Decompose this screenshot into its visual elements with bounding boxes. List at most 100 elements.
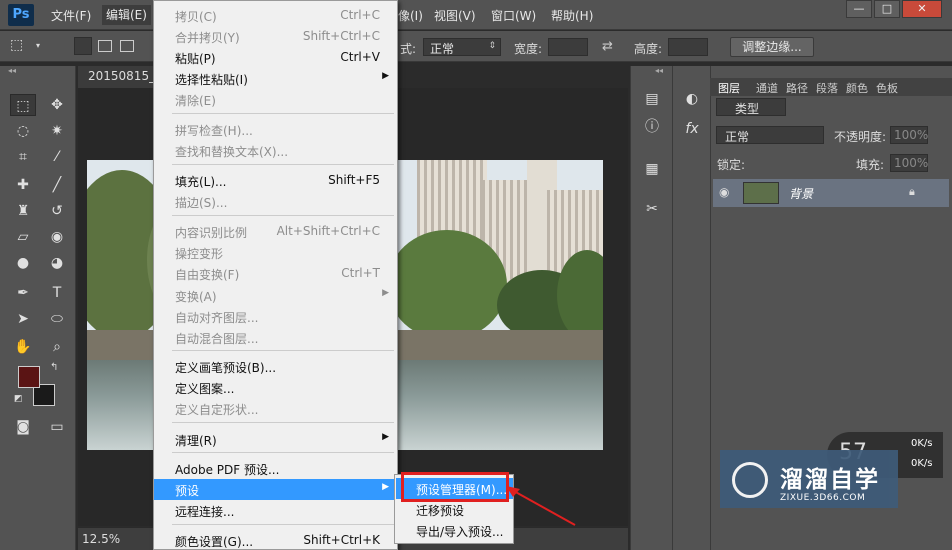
tab-channels[interactable]: 通道 <box>756 80 778 96</box>
history-panel-icon[interactable]: ▤ <box>639 88 665 110</box>
zoom-icon[interactable]: ⌕ <box>44 336 70 358</box>
document-tab[interactable]: 20150815_1 <box>88 69 163 83</box>
add-selection-icon[interactable] <box>98 40 112 52</box>
chevron-right-icon: ▶ <box>382 71 389 81</box>
paint-bucket-icon[interactable]: ◉ <box>44 226 70 248</box>
brush-icon[interactable]: ╱ <box>44 174 70 196</box>
screen-mode-icon[interactable]: ▭ <box>44 416 70 438</box>
menu-item-color-settings[interactable]: 颜色设置(G)... Shift+Ctrl+K <box>154 530 397 550</box>
type-icon[interactable]: T <box>44 282 70 304</box>
tab-swatches[interactable]: 色板 <box>876 80 898 96</box>
eyedropper-icon[interactable]: ⁄ <box>44 146 70 168</box>
healing-brush-icon[interactable]: ✚ <box>10 174 36 196</box>
tool-presets-icon[interactable]: ✂ <box>639 198 665 220</box>
eye-icon[interactable]: ◉ <box>719 185 729 199</box>
layer-filter-select[interactable]: 类型 <box>716 98 786 116</box>
tab-color[interactable]: 颜色 <box>846 80 868 96</box>
opacity-label: 不透明度: <box>834 130 887 144</box>
menu-item-stroke[interactable]: 描边(S)... <box>154 191 397 212</box>
menu-item-transform[interactable]: 变换(A) ▶ <box>154 285 397 306</box>
upload-speed: 0K/s <box>911 438 933 449</box>
menu-image[interactable]: 像(I) <box>398 7 423 24</box>
menu-item-spell-check[interactable]: 拼写检查(H)... <box>154 119 397 140</box>
marquee-tool-icon[interactable]: ⬚ <box>10 37 28 55</box>
history-brush-icon[interactable]: ↺ <box>44 200 70 222</box>
chevron-down-icon[interactable]: ▾ <box>36 41 44 50</box>
collapse-icon[interactable]: ◂◂ <box>8 66 16 75</box>
menu-item-remote-connections[interactable]: 远程连接... <box>154 500 397 521</box>
tools-panel: ◂◂ ⬚ ✥ ◌ ✷ ⌗ ⁄ ✚ ╱ ♜ ↺ ▱ ◉ ● ◕ ✒ T ➤ ⬭ ✋… <box>0 66 76 550</box>
default-colors-icon[interactable]: ◩ <box>14 394 23 404</box>
foreground-color-swatch[interactable] <box>18 366 40 388</box>
menu-help[interactable]: 帮助(H) <box>551 7 593 24</box>
notes-panel-icon[interactable]: ▦ <box>639 158 665 180</box>
menu-edit[interactable]: 编辑(E) <box>102 5 151 25</box>
lasso-icon[interactable]: ◌ <box>10 120 36 142</box>
adjustments-panel-icon[interactable]: ◐ <box>679 88 705 110</box>
hand-icon[interactable]: ✋ <box>10 336 36 358</box>
menu-item-define-brush[interactable]: 定义画笔预设(B)... <box>154 356 397 377</box>
menu-item-auto-align[interactable]: 自动对齐图层... <box>154 306 397 327</box>
path-selection-icon[interactable]: ➤ <box>10 308 36 330</box>
menu-view[interactable]: 视图(V) <box>434 7 476 24</box>
menu-window[interactable]: 窗口(W) <box>491 7 536 24</box>
menu-item-fill[interactable]: 填充(L)... Shift+F5 <box>154 170 397 191</box>
style-label: 式: <box>400 42 417 56</box>
menu-item-migrate-presets[interactable]: 迁移预设 <box>396 499 513 520</box>
menu-item-clear[interactable]: 清除(E) <box>154 89 397 110</box>
ellipse-icon[interactable]: ⬭ <box>44 308 70 330</box>
close-button[interactable]: ✕ <box>902 0 942 18</box>
collapse-icon[interactable]: ◂◂ <box>655 66 663 75</box>
layer-row[interactable]: ◉ 背景 🔒︎ <box>713 179 949 207</box>
pen-icon[interactable]: ✒ <box>10 282 36 304</box>
tab-layers[interactable]: 图层 <box>718 80 740 96</box>
zoom-level[interactable]: 12.5% <box>82 532 120 546</box>
layer-thumbnail <box>743 182 779 204</box>
menu-item-export-import-presets[interactable]: 导出/导入预设... <box>396 520 513 541</box>
clone-stamp-icon[interactable]: ♜ <box>10 200 36 222</box>
opacity-input[interactable]: 100% <box>890 126 928 144</box>
new-selection-icon[interactable] <box>74 37 92 55</box>
style-select[interactable]: 正常 ⇕ <box>423 38 501 56</box>
swap-colors-icon[interactable]: ↰ <box>50 362 58 373</box>
menu-item-copy-merged[interactable]: 合并拷贝(Y) Shift+Ctrl+C <box>154 26 397 47</box>
layer-name[interactable]: 背景 <box>789 185 813 202</box>
callout-arrow-icon <box>506 486 576 526</box>
menu-item-find-replace[interactable]: 查找和替换文本(X)... <box>154 140 397 161</box>
tab-paths[interactable]: 路径 <box>786 80 808 96</box>
blur-icon[interactable]: ● <box>10 252 36 274</box>
subtract-selection-icon[interactable] <box>120 40 134 52</box>
eraser-icon[interactable]: ▱ <box>10 226 36 248</box>
maximize-button[interactable]: □ <box>874 0 900 18</box>
blend-mode-select[interactable]: 正常 <box>716 126 824 144</box>
magic-wand-icon[interactable]: ✷ <box>44 120 70 142</box>
styles-panel-icon[interactable]: fx <box>679 118 705 140</box>
width-input[interactable] <box>548 38 588 56</box>
rect-marquee-icon[interactable]: ⬚ <box>10 94 36 116</box>
menu-item-auto-blend[interactable]: 自动混合图层... <box>154 327 397 348</box>
menu-item-free-transform[interactable]: 自由变换(F) Ctrl+T <box>154 263 397 284</box>
menu-item-copy[interactable]: 拷贝(C) Ctrl+C <box>154 5 397 26</box>
menu-item-define-shape[interactable]: 定义自定形状... <box>154 398 397 419</box>
menu-item-content-aware-scale[interactable]: 内容识别比例 Alt+Shift+Ctrl+C <box>154 221 397 242</box>
move-tool-icon[interactable]: ✥ <box>44 94 70 116</box>
opacity-value: 100% <box>894 128 929 142</box>
menu-item-pdf-presets[interactable]: Adobe PDF 预设... <box>154 458 397 479</box>
crop-icon[interactable]: ⌗ <box>10 146 36 168</box>
refine-edge-button[interactable]: 调整边缘... <box>730 37 814 57</box>
info-panel-icon[interactable]: ⓘ <box>639 116 665 138</box>
dodge-icon[interactable]: ◕ <box>44 252 70 274</box>
menu-file[interactable]: 文件(F) <box>51 7 91 24</box>
menu-item-presets[interactable]: 预设 ▶ <box>154 479 397 500</box>
menu-item-purge[interactable]: 清理(R) ▶ <box>154 429 397 450</box>
menu-item-paste-special[interactable]: 选择性粘贴(I) ▶ <box>154 68 397 89</box>
tab-paragraph[interactable]: 段落 <box>816 80 838 96</box>
swap-icon[interactable]: ⇄ <box>602 39 613 54</box>
menu-item-paste[interactable]: 粘贴(P) Ctrl+V <box>154 47 397 68</box>
menu-item-define-pattern[interactable]: 定义图案... <box>154 377 397 398</box>
menu-item-puppet-warp[interactable]: 操控变形 <box>154 242 397 263</box>
fill-input[interactable]: 100% <box>890 154 928 172</box>
minimize-button[interactable]: — <box>846 0 872 18</box>
quick-mask-icon[interactable]: ◙ <box>10 416 36 438</box>
height-input[interactable] <box>668 38 708 56</box>
